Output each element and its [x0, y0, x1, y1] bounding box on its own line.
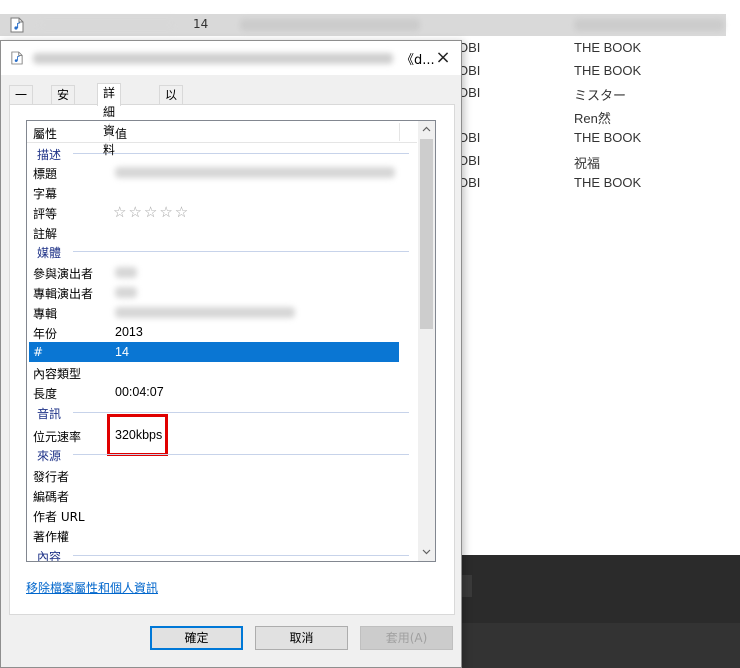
bg-col4-cell: Ren然 [574, 111, 611, 126]
group-label: 媒體 [37, 246, 62, 260]
scroll-down-button[interactable] [418, 544, 435, 561]
vertical-scrollbar[interactable] [418, 121, 435, 561]
tab-general[interactable]: 一般 [9, 85, 34, 121]
tab-previous-versions[interactable]: 以前的版本 [159, 85, 184, 178]
property-name: 內容類型 [33, 367, 82, 381]
group-content[interactable]: 內容 [29, 546, 409, 562]
property-value-blurred [115, 307, 295, 318]
property-row-year[interactable]: 年份 2013 [29, 322, 399, 342]
property-row-genre[interactable]: 內容類型 [29, 362, 399, 382]
blurred-artist [574, 19, 724, 31]
rating-stars[interactable]: ☆☆☆☆☆ [113, 203, 190, 221]
group-label: 內容 [37, 550, 62, 562]
property-row-album[interactable]: 專輯 [29, 302, 399, 322]
header-property[interactable]: 屬性 [33, 125, 57, 142]
blurred-title [240, 19, 420, 31]
property-value: 2013 [115, 325, 143, 339]
taskbar-area [462, 555, 740, 668]
remove-properties-link[interactable]: 移除檔案屬性和個人資訊 [26, 579, 158, 596]
bg-col4-cell: THE BOOK [574, 130, 642, 145]
group-divider [73, 555, 409, 556]
property-name: 字幕 [33, 187, 58, 201]
property-row-publisher[interactable]: 發行者 [29, 465, 399, 485]
group-label: 來源 [37, 449, 62, 463]
tab-details[interactable]: 詳細資料 [97, 83, 122, 157]
bg-col4-cell: THE BOOK [574, 40, 642, 55]
taskbar-segment [462, 575, 472, 597]
property-name: 長度 [33, 387, 58, 401]
property-name: 作者 URL [33, 510, 85, 524]
tab-security[interactable]: 安全性 [51, 85, 76, 140]
property-name: 著作權 [33, 530, 70, 544]
dialog-titlebar[interactable]: 《d... × [1, 41, 461, 75]
group-divider [73, 412, 409, 413]
apply-button[interactable]: 套用(A) [360, 626, 453, 650]
property-row-author-url[interactable]: 作者 URL [29, 505, 399, 525]
audio-file-icon [10, 17, 24, 33]
property-value-blurred [115, 267, 137, 278]
property-row-comments[interactable]: 註解 [29, 222, 399, 242]
property-row-encoded-by[interactable]: 編碼者 [29, 485, 399, 505]
audio-file-icon [11, 51, 23, 65]
group-divider [73, 251, 409, 252]
explorer-row-selected[interactable]: 14 [0, 14, 726, 36]
property-name: 註解 [33, 227, 58, 241]
details-panel: 屬性 值 描述 標題 字幕 評等 ☆☆☆☆☆ 註解 媒體 參與演出者 專輯演出者… [9, 104, 455, 615]
group-description[interactable]: 描述 [29, 144, 409, 162]
property-row-subtitle[interactable]: 字幕 [29, 182, 399, 202]
chevron-down-icon [422, 549, 431, 555]
property-list[interactable]: 屬性 值 描述 標題 字幕 評等 ☆☆☆☆☆ 註解 媒體 參與演出者 專輯演出者… [26, 120, 436, 562]
property-name: 年份 [33, 327, 58, 341]
property-row-length[interactable]: 長度 00:04:07 [29, 382, 399, 402]
scroll-up-button[interactable] [418, 121, 435, 138]
property-name: 標題 [33, 167, 58, 181]
group-label: 描述 [37, 148, 62, 162]
property-row-copyright[interactable]: 著作權 [29, 525, 399, 545]
group-audio[interactable]: 音訊 [29, 403, 409, 421]
bg-col4-cell: ミスター [574, 88, 627, 103]
cancel-button[interactable]: 取消 [255, 626, 348, 650]
property-row-title[interactable]: 標題 [29, 162, 399, 182]
property-name: 參與演出者 [33, 267, 94, 281]
group-divider [73, 153, 409, 154]
ok-button[interactable]: 確定 [150, 626, 243, 650]
header-value[interactable]: 值 [115, 125, 127, 142]
property-value: 14 [115, 345, 129, 359]
scroll-thumb[interactable] [420, 139, 433, 329]
blurred-filename [36, 19, 176, 31]
group-media[interactable]: 媒體 [29, 242, 409, 260]
property-row-rating[interactable]: 評等 ☆☆☆☆☆ [29, 202, 399, 222]
property-row-track-selected[interactable]: # 14 [29, 342, 399, 362]
property-row-bitrate[interactable]: 位元速率 320kbps [29, 425, 399, 445]
property-name: # [33, 345, 44, 359]
taskbar-bottom [462, 623, 740, 668]
property-name: 專輯 [33, 307, 58, 321]
bg-col4-cell: THE BOOK [574, 63, 642, 78]
property-name: 位元速率 [33, 430, 82, 444]
blurred-dialog-title [33, 53, 393, 64]
property-name: 專輯演出者 [33, 287, 94, 301]
property-name: 發行者 [33, 470, 70, 484]
chevron-up-icon [422, 126, 431, 132]
bg-col4-cell: THE BOOK [574, 175, 642, 190]
bg-col4-cell: 祝福 [574, 156, 601, 171]
close-icon: × [435, 47, 451, 68]
group-divider [73, 454, 409, 455]
group-label: 音訊 [37, 407, 62, 421]
property-name: 評等 [33, 207, 58, 221]
property-row-album-artist[interactable]: 專輯演出者 [29, 282, 399, 302]
close-button[interactable]: × [429, 45, 457, 71]
properties-dialog: 《d... × 一般 安全性 詳細資料 以前的版本 屬性 值 描述 標題 [0, 40, 462, 668]
property-value-blurred [115, 167, 395, 178]
header-divider[interactable] [399, 123, 400, 141]
list-header: 屬性 值 [27, 121, 417, 143]
property-name: 編碼者 [33, 490, 70, 504]
property-value-blurred [115, 287, 137, 298]
track-number: 14 [193, 17, 209, 31]
property-value: 00:04:07 [115, 385, 164, 399]
property-row-contributing-artists[interactable]: 參與演出者 [29, 262, 399, 282]
group-source[interactable]: 來源 [29, 445, 409, 463]
